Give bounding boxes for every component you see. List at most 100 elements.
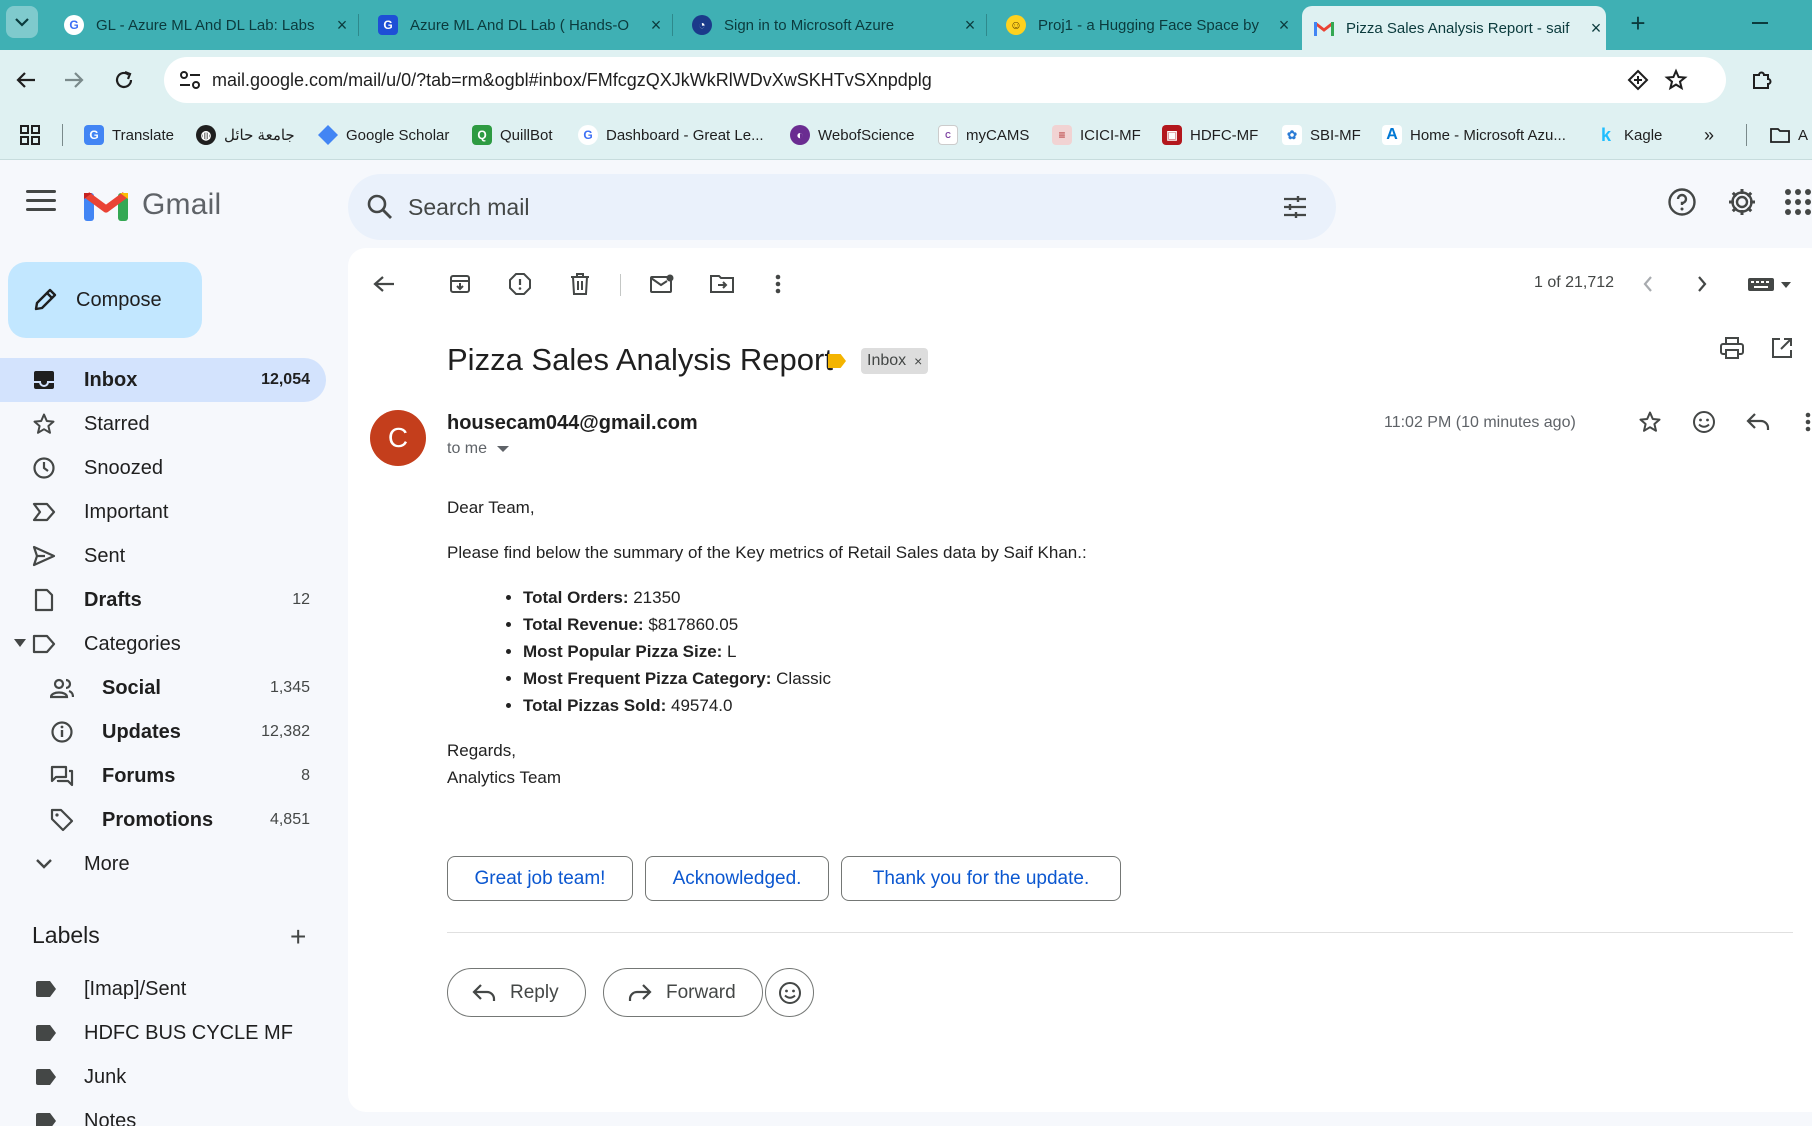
close-icon[interactable]: × (960, 15, 980, 36)
back-to-inbox-button[interactable] (366, 266, 402, 302)
sidebar-item-inbox[interactable]: Inbox 12,054 (0, 358, 326, 402)
apps-button[interactable] (1784, 184, 1812, 220)
close-icon[interactable]: × (332, 15, 352, 36)
minimize-button[interactable] (1752, 22, 1768, 24)
back-button[interactable] (10, 64, 42, 96)
message-more-button[interactable] (1790, 404, 1812, 440)
inbox-label-chip[interactable]: Inbox × (861, 348, 929, 374)
bookmark-sbi-mf[interactable]: ✿ SBI-MF (1282, 122, 1361, 148)
compose-button[interactable]: Compose (8, 262, 202, 338)
search-bar[interactable]: Search mail (348, 174, 1336, 240)
search-input[interactable]: Search mail (408, 174, 529, 240)
browser-tab-strip: G GL - Azure ML And DL Lab: Labs × G Azu… (0, 0, 1812, 50)
metric-label: Most Frequent Pizza Category: (523, 669, 772, 688)
sidebar-item-important[interactable]: Important (0, 490, 326, 534)
bookmarks-overflow-button[interactable]: » (1704, 122, 1714, 148)
recipient-details[interactable]: to me (447, 440, 510, 458)
bookmark-kagle[interactable]: k Kagle (1596, 122, 1662, 148)
install-app-icon[interactable] (1626, 68, 1650, 92)
smart-reply-button[interactable]: Acknowledged. (645, 856, 829, 901)
more-options-button[interactable] (760, 266, 796, 302)
input-tools-button[interactable] (1740, 266, 1800, 302)
sender-avatar[interactable]: C (370, 410, 426, 466)
sidebar-item-social[interactable]: Social 1,345 (0, 666, 326, 710)
sidebar-item-more[interactable]: More (0, 842, 326, 886)
add-reaction-button[interactable] (1686, 404, 1722, 440)
address-bar[interactable]: mail.google.com/mail/u/0/?tab=rm&ogbl#in… (164, 57, 1726, 103)
browser-tab[interactable]: ☺ Proj1 - a Hugging Face Space by × (994, 7, 1294, 43)
newer-button[interactable] (1630, 266, 1666, 302)
reload-icon (115, 70, 133, 89)
bookmark-hdfc-mf[interactable]: ▣ HDFC-MF (1162, 122, 1258, 148)
apps-grid-icon[interactable] (20, 125, 40, 145)
globe-icon: ◍ (196, 125, 216, 145)
sidebar-item-updates[interactable]: Updates 12,382 (0, 710, 326, 754)
create-label-button[interactable]: + (290, 923, 306, 951)
open-new-window-button[interactable] (1764, 330, 1800, 366)
help-button[interactable] (1664, 184, 1700, 220)
emoji-reaction-button[interactable] (765, 968, 814, 1017)
browser-tab-active[interactable]: Pizza Sales Analysis Report - saif × (1302, 6, 1606, 50)
close-icon[interactable]: × (1586, 18, 1606, 39)
smart-reply-button[interactable]: Thank you for the update. (841, 856, 1121, 901)
webofscience-icon: ◐ (790, 125, 810, 145)
smart-reply-button[interactable]: Great job team! (447, 856, 633, 901)
more-vert-icon (1805, 412, 1811, 432)
caret-down-icon[interactable] (14, 639, 26, 647)
label-item[interactable]: [Imap]/Sent (0, 969, 326, 1009)
sidebar-item-categories[interactable]: Categories (0, 622, 326, 666)
print-button[interactable] (1714, 330, 1750, 366)
main-menu-icon[interactable] (26, 190, 56, 216)
star-button[interactable] (1632, 404, 1668, 440)
label-item[interactable]: Junk (0, 1057, 326, 1097)
mark-unread-button[interactable] (644, 266, 680, 302)
browser-tab[interactable]: G Azure ML And DL Lab ( Hands-O × (366, 7, 666, 43)
move-to-button[interactable] (704, 266, 740, 302)
bookmark-icici-mf[interactable]: ≡ ICICI-MF (1052, 122, 1141, 148)
sidebar-item-promotions[interactable]: Promotions 4,851 (0, 798, 326, 842)
delete-button[interactable] (562, 266, 598, 302)
importance-marker-icon[interactable] (828, 354, 846, 368)
browser-tab[interactable]: ◔ Sign in to Microsoft Azure × (680, 7, 980, 43)
forward-button[interactable]: Forward (603, 968, 763, 1017)
bookmark-google-scholar[interactable]: Google Scholar (318, 122, 449, 148)
sidebar-item-sent[interactable]: Sent (0, 534, 326, 578)
report-spam-button[interactable] (502, 266, 538, 302)
list-item: Total Revenue: $817860.05 (523, 611, 1087, 638)
bookmark-translate[interactable]: G Translate (84, 122, 174, 148)
bookmark-label: WebofScience (818, 126, 915, 144)
reload-button[interactable] (108, 64, 140, 96)
reply-button[interactable]: Reply (447, 968, 586, 1017)
metric-label: Total Revenue: (523, 615, 644, 634)
sidebar-item-drafts[interactable]: Drafts 12 (0, 578, 326, 622)
sidebar-item-snoozed[interactable]: Snoozed (0, 446, 326, 490)
reply-icon-button[interactable] (1740, 404, 1776, 440)
settings-button[interactable] (1724, 184, 1760, 220)
gmail-logo[interactable]: Gmail (84, 188, 221, 222)
browser-tab[interactable]: G GL - Azure ML And DL Lab: Labs × (52, 7, 352, 43)
search-options-icon[interactable] (1282, 194, 1308, 220)
forward-button[interactable] (58, 64, 90, 96)
label-item[interactable]: HDFC BUS CYCLE MF (0, 1013, 326, 1053)
bookmark-quillbot[interactable]: Q QuillBot (472, 122, 553, 148)
remove-label-icon[interactable]: × (914, 353, 922, 369)
label-item[interactable]: Notes (0, 1101, 326, 1126)
bookmark-uoh[interactable]: ◍ جامعة حائل (196, 122, 295, 148)
sidebar-item-forums[interactable]: Forums 8 (0, 754, 326, 798)
close-icon[interactable]: × (1274, 15, 1294, 36)
tab-search-button[interactable] (6, 6, 38, 38)
bookmark-webofscience[interactable]: ◐ WebofScience (790, 122, 914, 148)
extensions-button[interactable] (1746, 64, 1778, 96)
bookmark-star-icon[interactable] (1664, 68, 1688, 92)
bookmark-mycams[interactable]: CmyCAMS (938, 122, 1029, 148)
new-tab-button[interactable]: + (1622, 8, 1654, 39)
archive-button[interactable] (442, 266, 478, 302)
search-icon[interactable] (366, 193, 394, 221)
bookmark-azure-home[interactable]: A Home - Microsoft Azu... (1382, 122, 1566, 148)
sidebar-item-starred[interactable]: Starred (0, 402, 326, 446)
close-icon[interactable]: × (646, 15, 666, 36)
sender-email[interactable]: housecam044@gmail.com (447, 412, 698, 435)
bookmark-dashboard[interactable]: G Dashboard - Great Le... (578, 122, 764, 148)
bookmark-folder[interactable]: A (1770, 122, 1808, 148)
older-button[interactable] (1684, 266, 1720, 302)
